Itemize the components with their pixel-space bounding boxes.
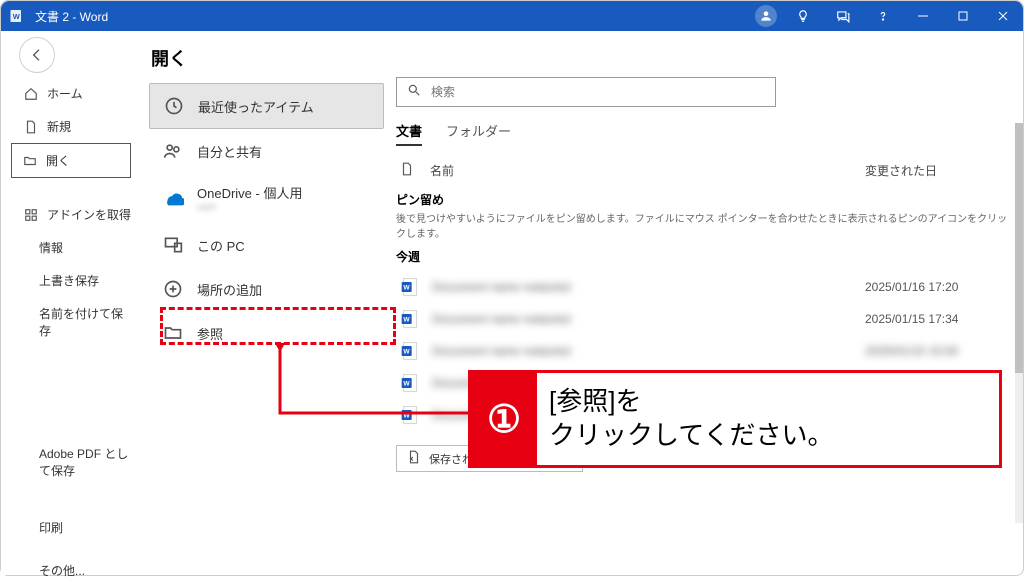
svg-text:W: W (403, 285, 410, 292)
file-date: 2025/01/15 (865, 376, 1005, 390)
files-pane: 文書 フォルダー 名前 変更された日 ピン留め 後で見つけやすいようにファイルを… (396, 43, 1023, 575)
location-thispc[interactable]: この PC (149, 223, 384, 267)
list-header: 名前 変更された日 (396, 156, 1009, 187)
file-name: Document name redacted (432, 312, 853, 326)
location-label: 最近使ったアイテム (198, 97, 314, 116)
word-doc-icon: W (400, 341, 420, 361)
file-row[interactable]: W Document name redacted 2025/01/15 (396, 367, 1009, 399)
clock-icon (162, 94, 186, 118)
word-doc-icon: W (400, 277, 420, 297)
people-icon (161, 139, 185, 163)
onedrive-account: user (197, 202, 302, 213)
nav-label: 開く (46, 152, 70, 169)
file-name: Document name redacted (432, 376, 853, 390)
location-browse[interactable]: 参照 (149, 311, 384, 355)
location-addplace[interactable]: 場所の追加 (149, 267, 384, 311)
group-thisweek: 今週 (396, 248, 1009, 265)
location-label: OneDrive - 個人用 (197, 183, 302, 202)
minimize-button[interactable] (903, 1, 943, 31)
svg-text:W: W (403, 413, 410, 420)
nav-overwrite[interactable]: 上書き保存 (1, 264, 141, 297)
page-title: 開く (151, 45, 384, 71)
file-date: 2025/01/14 15:18 (865, 408, 1005, 422)
document-icon (23, 119, 39, 135)
folder-open-icon (22, 153, 38, 169)
header-name[interactable]: 名前 (430, 162, 853, 179)
svg-text:W: W (403, 349, 410, 356)
recover-label: 保存されていない文書の回復 (429, 451, 572, 467)
location-label: 参照 (197, 324, 223, 343)
folder-icon (161, 321, 185, 345)
nav-adobepdf[interactable]: Adobe PDF として保存 (1, 437, 141, 487)
word-app-icon: W (9, 7, 27, 25)
pinned-section: ピン留め 後で見つけやすいようにファイルをピン留めします。ファイルにマウス ポイ… (396, 191, 1009, 240)
file-row[interactable]: W Document name redacted 2025/01/15 17:3… (396, 303, 1009, 335)
onedrive-icon (161, 186, 185, 210)
search-input[interactable] (431, 85, 765, 99)
word-doc-icon: W (400, 405, 420, 425)
home-icon (23, 86, 39, 102)
pc-icon (161, 233, 185, 257)
svg-text:W: W (403, 317, 410, 324)
word-doc-icon: W (400, 309, 420, 329)
locations-pane: 開く 最近使ったアイテム 自分と共有 OneDrive - 個人用 user こ… (141, 43, 396, 575)
location-label: この PC (197, 236, 245, 255)
location-shared[interactable]: 自分と共有 (149, 129, 384, 173)
scrollbar-thumb[interactable] (1015, 123, 1023, 373)
recover-icon (407, 450, 421, 467)
word-doc-icon: W (400, 373, 420, 393)
location-onedrive[interactable]: OneDrive - 個人用 user (149, 173, 384, 223)
nav-addins[interactable]: アドインを取得 (1, 198, 141, 231)
nav-saveas[interactable]: 名前を付けて保存 (1, 297, 141, 347)
window-title: 文書 2 - Word (35, 8, 108, 25)
nav-open[interactable]: 開く (11, 143, 131, 178)
file-name: Document name redacted (432, 280, 853, 294)
backstage-nav: ホーム 新規 開く アドインを取得 情報 上書き保存 名前を付けて保存 Adob… (1, 31, 141, 575)
feedback-icon[interactable] (823, 1, 863, 31)
nav-new[interactable]: 新規 (1, 110, 141, 143)
search-box[interactable] (396, 77, 776, 107)
file-tabs: 文書 フォルダー (396, 121, 1009, 146)
pinned-hint: 後で見つけやすいようにファイルをピン留めします。ファイルにマウス ポインターを合… (396, 210, 1009, 240)
nav-info[interactable]: 情報 (1, 231, 141, 264)
svg-text:W: W (403, 381, 410, 388)
nav-print[interactable]: 印刷 (1, 511, 141, 544)
scrollbar[interactable] (1015, 123, 1023, 523)
nav-label: ホーム (47, 85, 83, 102)
location-recent[interactable]: 最近使ったアイテム (149, 83, 384, 129)
svg-text:W: W (13, 12, 21, 21)
maximize-button[interactable] (943, 1, 983, 31)
back-button[interactable] (19, 37, 55, 73)
titlebar: W 文書 2 - Word (1, 1, 1023, 31)
nav-label: 新規 (47, 118, 71, 135)
location-label: 自分と共有 (197, 142, 262, 161)
file-date: 2025/01/15 17:34 (865, 312, 1005, 326)
location-label: 場所の追加 (197, 280, 262, 299)
search-icon (407, 83, 421, 102)
file-name: Document name redacted (432, 408, 853, 422)
file-name: Document name redacted (432, 344, 853, 358)
pinned-title: ピン留め (396, 191, 1009, 208)
addins-icon (23, 207, 39, 223)
file-row[interactable]: W Document name redacted 2025/01/16 17:2… (396, 271, 1009, 303)
nav-home[interactable]: ホーム (1, 77, 141, 110)
doc-icon (400, 162, 414, 179)
file-date: 2025/01/16 17:20 (865, 280, 1005, 294)
header-modified[interactable]: 変更された日 (865, 162, 1005, 179)
nav-other[interactable]: その他... (1, 554, 141, 587)
file-row[interactable]: W Document name redacted 2025/01/15 15:5… (396, 335, 1009, 367)
lightbulb-icon[interactable] (783, 1, 823, 31)
account-avatar[interactable] (755, 5, 777, 27)
recover-unsaved-button[interactable]: 保存されていない文書の回復 (396, 445, 583, 472)
tab-documents[interactable]: 文書 (396, 121, 422, 146)
help-icon[interactable] (863, 1, 903, 31)
file-date: 2025/01/15 15:50 (865, 344, 1005, 358)
nav-label: アドインを取得 (47, 206, 131, 223)
close-button[interactable] (983, 1, 1023, 31)
file-row[interactable]: W Document name redacted 2025/01/14 15:1… (396, 399, 1009, 431)
add-place-icon (161, 277, 185, 301)
tab-folders[interactable]: フォルダー (446, 121, 511, 146)
